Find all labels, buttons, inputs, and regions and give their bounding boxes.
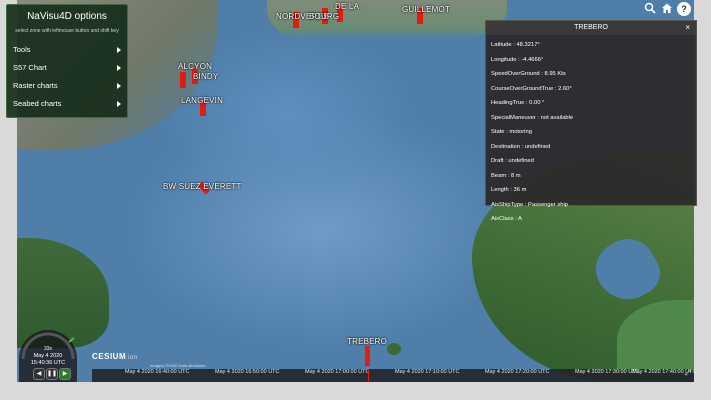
clock-speed: 33x (43, 346, 53, 352)
info-longitude: Longitude : -4.4666° (491, 56, 544, 63)
chevron-right-icon (117, 101, 121, 107)
options-panel-hint: select zone with leftmouse button and sh… (15, 28, 119, 34)
info-destination: Destination : undefined (491, 143, 551, 150)
timeline-tick-label: May 4 2020 16:50:00 UTC (215, 369, 280, 375)
menu-item-label: Raster charts (13, 81, 58, 90)
menu-item-tools[interactable]: Tools (7, 41, 127, 59)
menu-item-label: Tools (13, 45, 31, 54)
ship-label-bindy: BINDY (193, 72, 219, 81)
close-icon[interactable]: × (685, 21, 690, 35)
info-ais-class: AisClass : A (491, 216, 522, 222)
timeline[interactable]: May 4 2020 16:40:00 UTC May 4 2020 16:50… (92, 369, 697, 382)
chevron-right-icon (117, 83, 121, 89)
ship-marker-trebero[interactable] (365, 346, 370, 366)
info-draft: Draft : undefined (491, 158, 534, 164)
menu-item-label: S57 Chart (13, 63, 47, 72)
menu-item-raster-charts[interactable]: Raster charts (7, 77, 127, 95)
ship-label-alcyon: ALCYON (178, 62, 213, 71)
info-state: State : motoring (491, 129, 532, 135)
imagery-credits[interactable]: Imagery ©2020 Data attribution (150, 363, 206, 368)
navisu-options-panel: NaVisu4D options select zone with leftmo… (6, 4, 128, 118)
islet (387, 343, 401, 355)
timeline-tick-label: May 4 2020 17:30:00 UTC (575, 369, 640, 375)
vessel-info-header: TREBERO × (486, 21, 696, 35)
timeline-tick-label: May 4 2020 17:20:00 UTC (485, 369, 550, 375)
vessel-info-panel: TREBERO × Latitude : 48.3217° Longitude … (485, 20, 697, 222)
cesium-ion-text: ion (128, 355, 138, 361)
clock-date: May 4 2020 (33, 353, 63, 359)
info-course-over-ground: CourseOverGroundTrue : 2.60° (491, 85, 572, 92)
ship-marker[interactable] (180, 72, 186, 88)
info-length: Length : 36 m (491, 187, 527, 193)
vessel-info-title: TREBERO (574, 24, 608, 31)
info-heading: HeadingTrue : 0.00 ° (491, 100, 545, 106)
timeline-tick-label: May 4 2020 16:40:00 UTC (125, 369, 190, 375)
pause-button[interactable]: ❚❚ (46, 368, 58, 380)
ship-label-langevin: LANGEVIN (181, 96, 224, 105)
home-icon[interactable] (660, 2, 674, 16)
chevron-right-icon (117, 47, 121, 53)
ship-label-de-la: DE LA (335, 2, 360, 11)
rewind-button[interactable]: ◀ (33, 368, 45, 380)
timeline-tick-label: May 4 2020 17:10:00 UTC (395, 369, 460, 375)
timeline-cursor[interactable] (368, 369, 369, 382)
ship-label-guillemot: GUILLEMOT (402, 5, 451, 14)
menu-item-label: Seabed charts (13, 99, 62, 108)
clock-time: 15:40:36 UTC (30, 360, 66, 366)
info-special-maneuver: SpecialManeuver : not available (491, 114, 574, 121)
options-panel-title: NaVisu4D options (27, 11, 107, 22)
ship-label-bw-suez-everett: BW SUEZ EVERETT (163, 182, 242, 191)
menu-item-s57-chart[interactable]: S57 Chart (7, 59, 127, 77)
play-button[interactable]: ▶ (59, 368, 71, 380)
info-beam: Beam : 8 m (491, 172, 521, 179)
animation-clock-widget: 33x May 4 2020 15:40:36 UTC ◀ ❚❚ ▶ (19, 330, 77, 382)
info-latitude: Latitude : 48.3217° (491, 42, 540, 48)
ship-label-bourg: BOURG (309, 12, 340, 21)
cesium-logo[interactable]: CESIUM ion (92, 352, 138, 361)
chevron-right-icon (117, 65, 121, 71)
info-speed-over-ground: SpeedOverGround : 8.95 Kts (491, 71, 566, 77)
fullscreen-icon[interactable]: ⤢ (683, 370, 693, 380)
menu-item-seabed-charts[interactable]: Seabed charts (7, 95, 127, 113)
cesium-logo-text: CESIUM (92, 352, 127, 361)
search-icon[interactable] (643, 2, 657, 16)
info-ais-ship-type: AisShipType : Passenger ship (491, 201, 569, 208)
help-button[interactable]: ? (677, 2, 691, 16)
ship-label-trebero: TREBERO (347, 337, 388, 346)
timeline-tick-label: May 4 2020 17:00:00 UTC (305, 369, 370, 375)
